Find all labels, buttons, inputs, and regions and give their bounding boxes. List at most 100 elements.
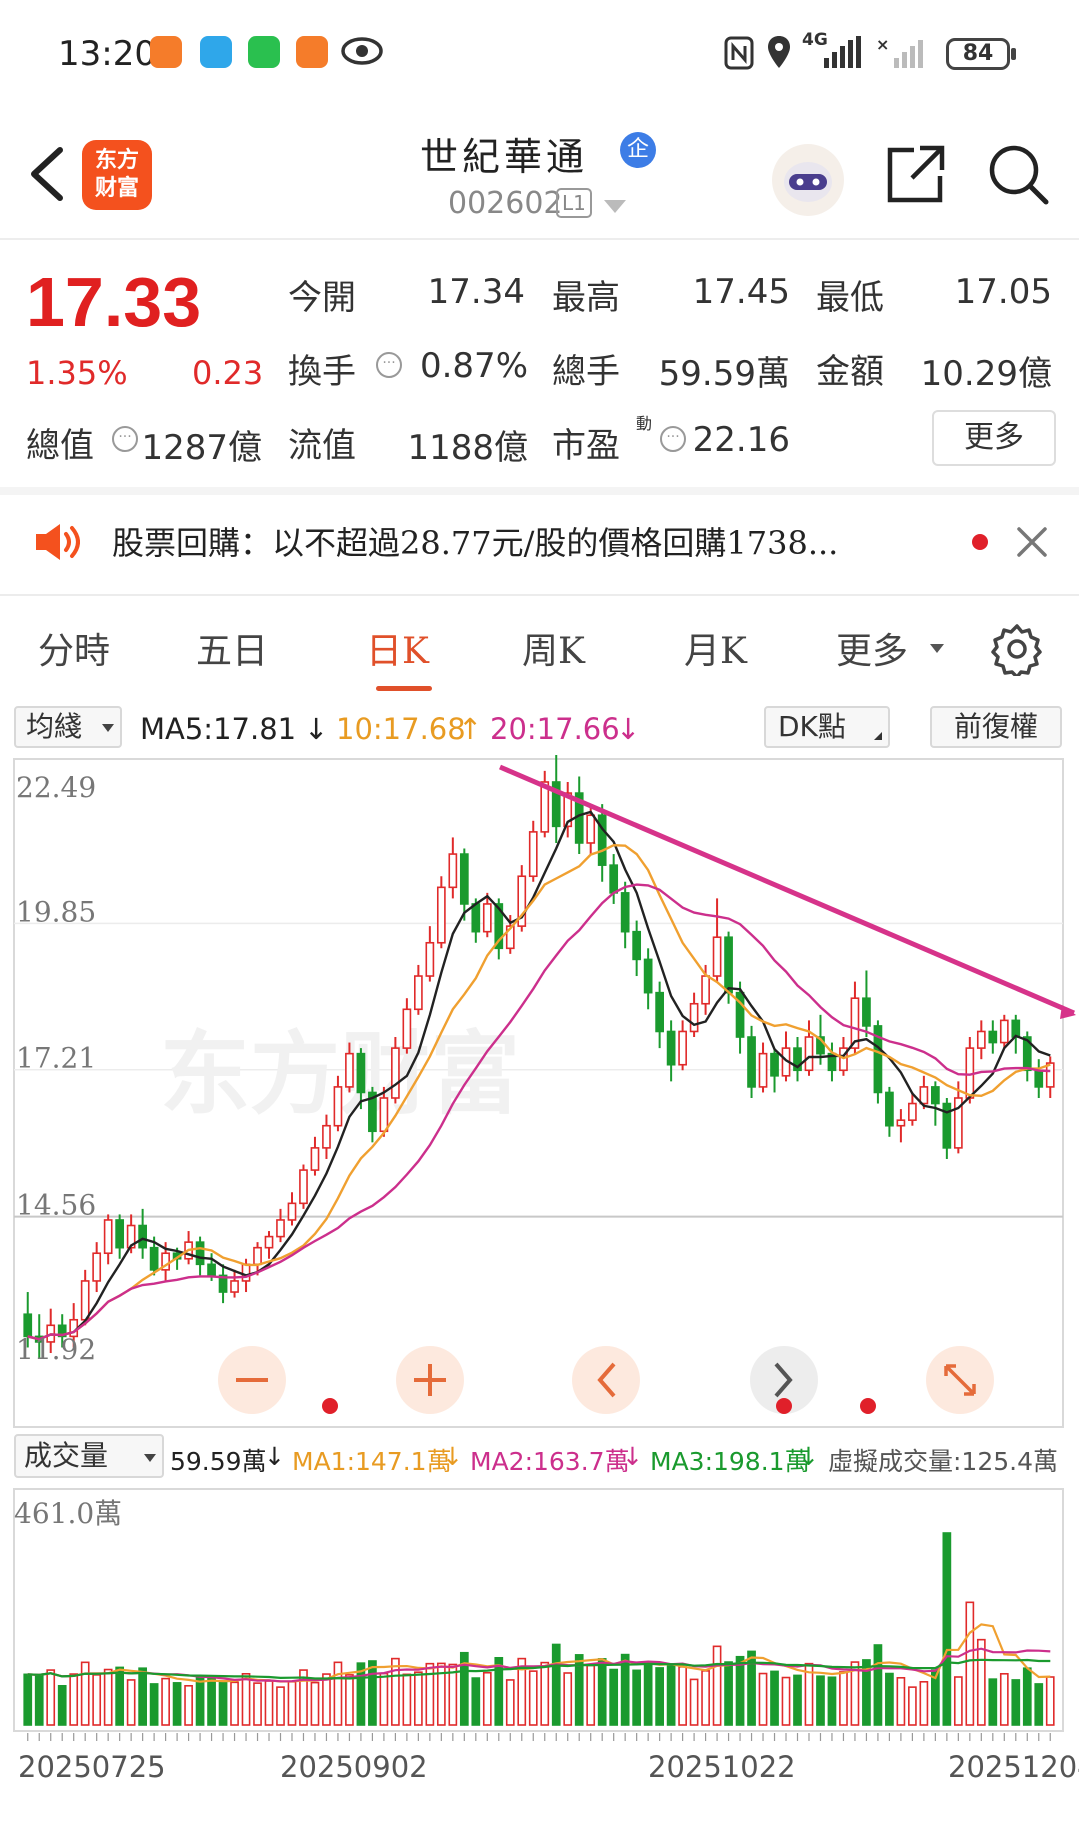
indicator-selector[interactable]: 均綫 [14,706,122,748]
low-value: 17.05 [954,272,1052,312]
volume-bar [609,1668,619,1726]
volume-max-label: 461.0萬 [14,1497,122,1530]
volume-bar [310,1681,320,1726]
price-tick-label: 14.56 [16,1189,96,1222]
volume-bar [253,1682,262,1726]
volume-bar [333,1661,343,1726]
dropdown-caret-icon[interactable] [604,200,626,213]
pe-label: 市盈 [552,426,620,466]
down-arrow-icon: ↓ [264,1442,285,1471]
adjustment-button[interactable]: 前復權 [930,706,1062,748]
volume-bar [80,1661,90,1726]
ai-assistant-avatar[interactable] [772,144,844,216]
tab-weekly-k[interactable]: 周K [522,622,585,674]
message-icon [200,36,232,68]
volume-bar [597,1658,607,1726]
tab-daily-k[interactable]: 日K [366,622,429,674]
volume-bar [276,1686,285,1726]
logo-line1: 东方 [94,148,139,173]
back-arrow-icon[interactable] [24,144,74,204]
candle-body [414,975,423,1011]
volume-bar [1034,1683,1044,1726]
volume-bar [678,1666,687,1726]
event-dot[interactable] [322,1398,338,1414]
tab-more[interactable]: 更多 [836,622,908,674]
scroll-left-button[interactable] [572,1346,640,1414]
app-logo: 东方 财富 [82,140,152,210]
candle-body [908,1102,917,1121]
volume-legend-bar: 成交量 59.59萬 ↓ MA1:147.1萬 ↓ MA2:163.7萬 ↓ M… [0,1432,1079,1488]
eye-icon [341,37,383,65]
tab-monthly-k[interactable]: 月K [684,622,747,674]
notice-bar[interactable]: 股票回購：以不超過28.77元/股的價格回購1738... [0,490,1079,594]
info-icon[interactable]: ··· [660,426,686,452]
candle-body [195,1241,205,1266]
volume-bar [770,1670,779,1726]
candle-body [666,1030,676,1066]
dk-point-button[interactable]: DK點 [764,706,890,748]
candle-body [149,1246,159,1271]
total-mv-label: 總值 [26,426,94,466]
candle-body [345,1052,354,1088]
open-value: 17.34 [427,272,525,312]
event-dot[interactable] [776,1398,792,1414]
price-tick-label: 11.92 [16,1333,96,1366]
candle-body [92,1252,102,1282]
info-icon[interactable]: ··· [376,352,402,378]
volume-bar [494,1656,504,1726]
volume-selector-label: 成交量 [24,1439,109,1472]
settings-gear-icon[interactable] [990,622,1044,676]
kline-chart[interactable]: 东方财富 22.4919.8517.2114.5611.92 461.0萬 20… [0,755,1079,1821]
candle-body [896,1119,906,1127]
candle-body [436,886,446,944]
volume-bar [207,1677,216,1726]
notice-text[interactable]: 股票回購：以不超過28.77元/股的價格回購1738... [112,518,838,564]
float-mv-label: 流值 [288,426,356,466]
volume-bar [184,1684,193,1726]
price-tick-label: 19.85 [16,895,96,928]
virtual-volume: 虛擬成交量:125.4萬 [828,1447,1058,1476]
float-mv-value: 1188億 [407,428,528,468]
volume-bar [885,1672,894,1726]
current-price: 17.33 [26,263,202,341]
battery-indicator: 84 [946,38,1010,70]
volume-bar [161,1677,170,1726]
more-button[interactable]: 更多 [932,410,1056,466]
tab-intraday[interactable]: 分時 [38,622,110,674]
volume-bar [345,1674,354,1726]
info-icon[interactable]: ··· [112,426,138,452]
corner-triangle-icon [874,732,882,740]
volume-bar [368,1660,377,1726]
volume-indicator-selector[interactable]: 成交量 [14,1434,164,1478]
candle-body [310,1147,320,1171]
volume-bar [1022,1667,1032,1726]
ma20-value: 20:17.66 [490,712,620,746]
tab-five-day[interactable]: 五日 [196,622,268,674]
close-icon[interactable] [1016,526,1048,558]
logo-line2: 财富 [94,176,139,201]
wechat-icon [248,36,280,68]
turnover-label: 換手 [288,352,356,392]
signal-strength-icon [824,36,861,68]
vol-ma2: MA2:163.7萬 [470,1447,630,1476]
ma5-value: MA5:17.81 [140,712,297,746]
volume-bar [839,1671,848,1726]
volume-bar [92,1674,102,1726]
volume-bar [735,1655,745,1726]
change-amount: 0.23 [192,354,264,392]
nfc-icon [724,36,754,70]
search-icon[interactable] [986,142,1050,206]
volume-chart-frame [13,1488,1064,1732]
candle-body [724,936,733,994]
candle-body [770,1052,779,1077]
stock-name: 世紀華通 [420,135,589,179]
status-time: 13:20 [58,34,156,74]
candle-body [643,958,653,994]
open-label: 今開 [288,278,356,318]
candle-body [253,1246,262,1266]
stock-header: 东方 财富 世紀華通 企 002602 L1 [0,108,1079,240]
candle-body [207,1263,216,1277]
event-dot[interactable] [860,1398,876,1414]
volume-bar [149,1683,159,1726]
share-icon[interactable] [884,142,946,206]
